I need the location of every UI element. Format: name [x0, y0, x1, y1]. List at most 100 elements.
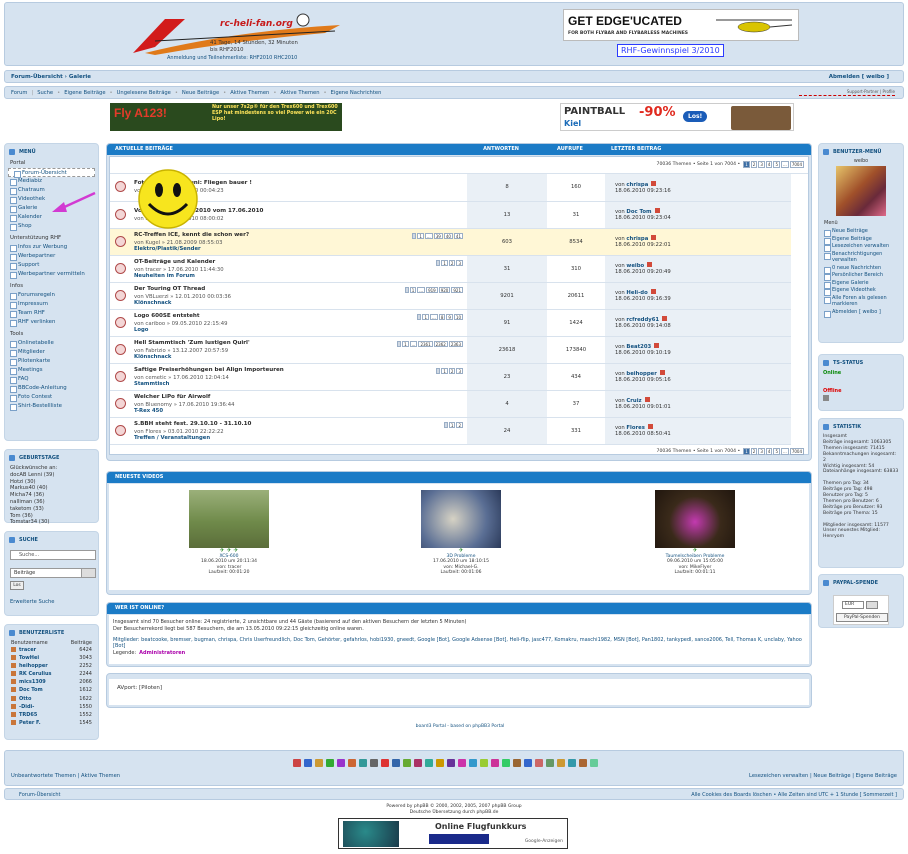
topic-page-link[interactable]: 2 — [448, 259, 456, 266]
breadcrumb[interactable]: Forum-Übersicht › Galerie — [11, 74, 91, 80]
menu-item-refer-partner[interactable]: Werbepartner vermitteln — [5, 270, 98, 279]
menu-item-foto-contest[interactable]: Foto Contest — [5, 393, 98, 402]
poster-name[interactable]: Doc Tom — [19, 686, 43, 694]
portal-credit[interactable]: board3 Portal - based on phpBB3 Portal — [360, 724, 560, 729]
menu-item-team[interactable]: Team RHF — [5, 309, 98, 318]
page-link[interactable]: 2 — [750, 161, 758, 168]
goto-last-post-icon[interactable] — [659, 370, 665, 375]
page-link[interactable]: ... — [780, 447, 789, 455]
paintball-ad[interactable]: PAINTBALL Kiel -90% Los! — [560, 103, 794, 131]
social-bookmark-icon[interactable] — [535, 759, 543, 767]
user-menu-item[interactable]: Eigene Videothek — [819, 287, 903, 296]
search-go-button[interactable]: Los — [10, 581, 24, 590]
social-bookmark-icon[interactable] — [590, 759, 598, 767]
social-bookmark-icon[interactable] — [546, 759, 554, 767]
topic-page-link[interactable]: 1 — [417, 232, 424, 239]
username[interactable]: weibo — [819, 159, 903, 164]
menu-item-shirt-list[interactable]: Shirt-Bestellliste — [5, 402, 98, 411]
search-scope-select[interactable]: Beiträge — [10, 568, 96, 578]
topic-row[interactable]: Vorschläge Galerie 2010 vom 17.06.2010 vo… — [110, 201, 791, 229]
chat-text[interactable]: AVport: [Piloten] — [109, 679, 809, 705]
social-bookmark-icon[interactable] — [315, 759, 323, 767]
social-bookmark-icon[interactable] — [502, 759, 510, 767]
social-bookmark-icon[interactable] — [458, 759, 466, 767]
topic-title[interactable]: S.BBH steht fest. 29.10.10 - 31.10.10 — [134, 421, 467, 427]
paypal-currency-button[interactable] — [866, 601, 878, 609]
page-link[interactable]: 1 — [743, 447, 750, 455]
nav-own-posts[interactable]: Eigene Beiträge — [64, 90, 105, 96]
social-bookmark-icon[interactable] — [524, 759, 532, 767]
topic-page-link[interactable]: 920 — [438, 286, 451, 293]
nav-new-posts[interactable]: Neue Beiträge — [182, 90, 219, 96]
topic-row[interactable]: Welcher LiPo für Airwolf von Bluenomy » 1… — [110, 390, 791, 418]
page-link[interactable]: 5 — [773, 161, 780, 168]
ts-icon[interactable] — [823, 395, 829, 401]
avatar[interactable] — [836, 166, 886, 216]
menu-item-rules[interactable]: Forumsregeln — [5, 291, 98, 300]
paypal-donate-button[interactable]: PayPal-Spenden — [836, 613, 888, 622]
menu-item-meetings[interactable]: Meetings — [5, 366, 98, 375]
topic-forum[interactable]: Logo — [134, 327, 148, 333]
poster-name[interactable]: heihopper — [19, 662, 48, 670]
gewinnspiel-link[interactable]: RHF-Gewinnspiel 3/2010 — [617, 44, 724, 57]
social-bookmark-icon[interactable] — [403, 759, 411, 767]
topic-page-link[interactable]: 10 — [453, 313, 463, 320]
footer-links-right[interactable]: Lesezeichen verwalten | Neue Beiträge | … — [749, 773, 897, 779]
social-bookmark-icon[interactable] — [469, 759, 477, 767]
topic-page-link[interactable]: 1 — [422, 313, 429, 320]
social-bookmark-icon[interactable] — [436, 759, 444, 767]
topic-page-link[interactable]: 2361 — [418, 340, 433, 347]
birthday-entry[interactable]: taketom (33) — [10, 506, 93, 513]
topic-page-link[interactable]: 9 — [446, 313, 453, 320]
search-input[interactable]: Suche... — [10, 550, 96, 560]
last-post-user[interactable]: chrispa — [626, 182, 648, 188]
page-link[interactable]: 4 — [765, 161, 773, 168]
topic-row[interactable]: RC-Treffen ICE, kennt die schon wer? von … — [110, 228, 791, 256]
topic-forum[interactable]: T-Rex 450 — [134, 408, 163, 414]
paypal-currency-select[interactable]: EUR — [842, 601, 864, 609]
menu-item-shop[interactable]: Shop — [5, 222, 98, 231]
video-card[interactable]: ✈ Taumelscheiben Probleme 09.06.2010 um … — [637, 490, 753, 576]
topic-forum[interactable]: Treffen / Veranstaltungen — [134, 435, 210, 441]
birthday-entry[interactable]: Tom (36) — [10, 513, 93, 520]
flugfunk-ad[interactable]: Online Flugfunkkurs Google-Anzeigen — [338, 818, 568, 849]
nav-search[interactable]: Suche — [37, 90, 53, 96]
user-menu-item[interactable]: Abmelden [ weibo ] — [819, 309, 903, 317]
video-thumbnail[interactable] — [655, 490, 735, 548]
topic-page-link[interactable]: 3 — [456, 367, 463, 374]
paintball-los-button[interactable]: Los! — [683, 111, 708, 122]
video-thumbnail[interactable] — [189, 490, 269, 548]
social-bookmark-icon[interactable] — [359, 759, 367, 767]
social-bookmark-icon[interactable] — [326, 759, 334, 767]
topic-forum[interactable]: Klönschnack — [134, 354, 171, 360]
topic-page-link[interactable]: 1 — [441, 367, 448, 374]
page-link[interactable]: 1 — [743, 161, 750, 168]
poster-name[interactable]: TowHei — [19, 654, 39, 662]
topic-row[interactable]: Saftige Preiserhöhungen bei Align Import… — [110, 363, 791, 391]
topic-page-link[interactable]: 921 — [451, 286, 463, 293]
social-bookmark-icon[interactable] — [337, 759, 345, 767]
topic-page-link[interactable]: 8 — [438, 313, 446, 320]
birthday-entry[interactable]: Micha74 (36) — [10, 492, 93, 499]
topic-row[interactable]: OT-Beiträge und Kalender von tracer » 17.… — [110, 255, 791, 283]
topic-page-link[interactable]: 919 — [426, 286, 438, 293]
nav-forum[interactable]: Forum — [11, 90, 27, 96]
social-bookmark-icon[interactable] — [425, 759, 433, 767]
topic-row[interactable]: Logo 600SE entsteht von cariboo » 09.05.2… — [110, 309, 791, 337]
menu-item-pilot-map[interactable]: Pilotenkarte — [5, 357, 98, 366]
menu-item-mediabiz[interactable]: Mediabiz — [5, 177, 98, 186]
topic-page-link[interactable]: 2362 — [433, 340, 448, 347]
topic-page-link[interactable]: 2 — [448, 367, 456, 374]
goto-last-post-icon[interactable] — [647, 424, 653, 429]
topic-title[interactable]: Welcher LiPo für Airwolf — [134, 394, 467, 400]
user-menu-item[interactable]: Lesezeichen verwalten — [819, 243, 903, 252]
user-menu-item[interactable]: Eigene Galerie — [819, 280, 903, 288]
goto-last-post-icon[interactable] — [644, 397, 650, 402]
page-link[interactable]: 3 — [758, 447, 765, 455]
social-bookmark-icon[interactable] — [293, 759, 301, 767]
social-bookmark-icon[interactable] — [414, 759, 422, 767]
menu-item-impressum[interactable]: Impressum — [5, 300, 98, 309]
user-menu-item[interactable]: Benachrichtigungen verwalten — [819, 251, 903, 264]
advanced-search-link[interactable]: Erweiterte Suche — [10, 599, 54, 605]
goto-last-post-icon[interactable] — [650, 289, 656, 294]
